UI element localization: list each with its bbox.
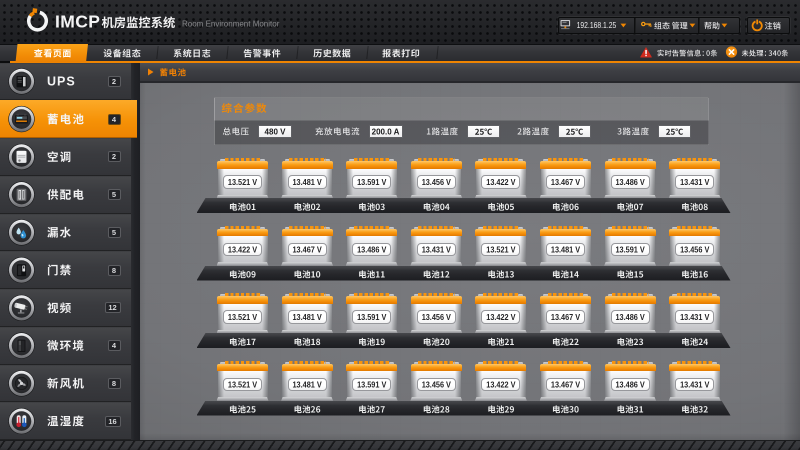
svg-text:13.422 V: 13.422 V: [486, 313, 516, 323]
svg-text:13.521 V: 13.521 V: [228, 313, 258, 323]
svg-text:13.422 V: 13.422 V: [228, 245, 258, 255]
svg-text:13.591 V: 13.591 V: [357, 178, 387, 188]
svg-text:200.0 A: 200.0 A: [372, 128, 400, 137]
svg-text:13.481 V: 13.481 V: [292, 178, 322, 188]
svg-text:13.467 V: 13.467 V: [551, 380, 581, 390]
svg-text:Room Environment Monitor: Room Environment Monitor: [182, 20, 280, 29]
svg-text:13.467 V: 13.467 V: [551, 313, 581, 323]
svg-text:UPS: UPS: [47, 75, 76, 89]
svg-text:13.591 V: 13.591 V: [615, 245, 645, 255]
svg-text:13.481 V: 13.481 V: [551, 245, 581, 255]
svg-text:13.422 V: 13.422 V: [486, 380, 516, 390]
svg-text:13.456 V: 13.456 V: [422, 313, 452, 323]
svg-text:13.521 V: 13.521 V: [228, 178, 258, 188]
svg-text:13.591 V: 13.591 V: [357, 313, 387, 323]
svg-text:192.168.1.25: 192.168.1.25: [577, 20, 617, 30]
svg-text:13.486 V: 13.486 V: [357, 245, 387, 255]
svg-text:13.467 V: 13.467 V: [292, 245, 322, 255]
svg-text:13.521 V: 13.521 V: [486, 245, 516, 255]
svg-text:480 V: 480 V: [265, 128, 287, 137]
svg-text:IMCP: IMCP: [55, 12, 100, 32]
svg-text:13.521 V: 13.521 V: [228, 380, 258, 390]
svg-text:13.431 V: 13.431 V: [680, 380, 710, 390]
svg-text:13.467 V: 13.467 V: [551, 178, 581, 188]
svg-text:13.486 V: 13.486 V: [615, 313, 645, 323]
svg-text:13.481 V: 13.481 V: [292, 313, 322, 323]
svg-text:13.591 V: 13.591 V: [357, 380, 387, 390]
svg-text:13.422 V: 13.422 V: [486, 178, 516, 188]
svg-text:13.486 V: 13.486 V: [615, 178, 645, 188]
svg-text:13.431 V: 13.431 V: [680, 313, 710, 323]
svg-text:13.456 V: 13.456 V: [422, 178, 452, 188]
svg-text:13.456 V: 13.456 V: [680, 245, 710, 255]
svg-text:13.431 V: 13.431 V: [422, 245, 452, 255]
svg-text:13.456 V: 13.456 V: [422, 380, 452, 390]
svg-text:13.486 V: 13.486 V: [615, 380, 645, 390]
svg-text:13.481 V: 13.481 V: [292, 380, 322, 390]
svg-text:13.431 V: 13.431 V: [680, 178, 710, 188]
